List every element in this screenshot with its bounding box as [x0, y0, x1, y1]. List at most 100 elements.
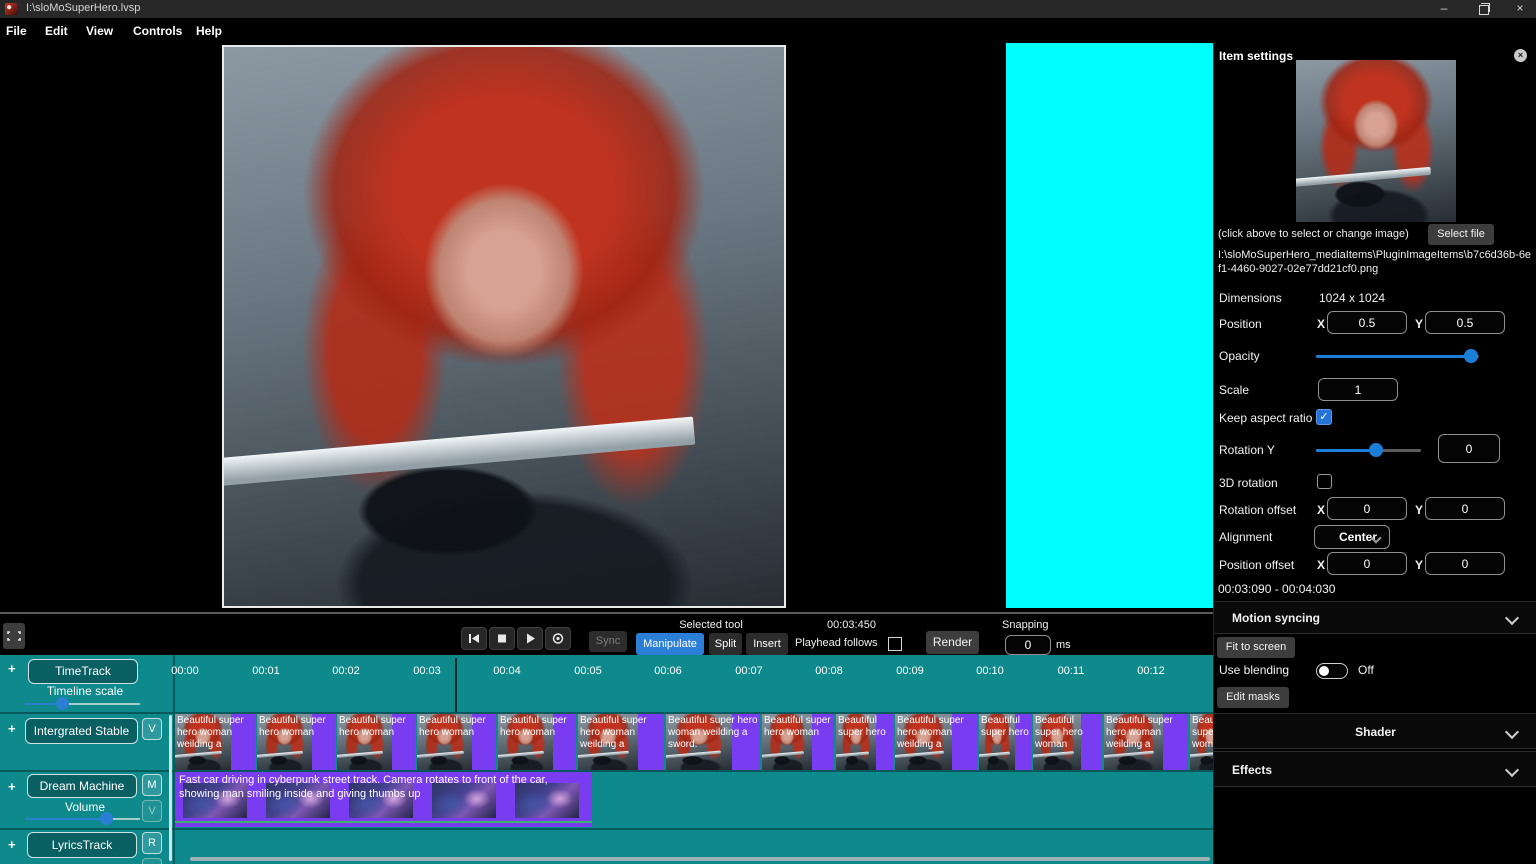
dream-track-lane: Fast car driving in cyberpunk street tra… [0, 772, 1213, 828]
item-thumbnail[interactable] [1296, 60, 1456, 222]
ruler-tick: 00:11 [1058, 665, 1085, 677]
ruler-tick: 00:08 [815, 665, 843, 677]
play-button[interactable] [517, 627, 543, 650]
skip-to-start-icon [462, 628, 486, 649]
playhead-follows-label: Playhead follows [795, 637, 878, 649]
menu-file[interactable]: File [6, 24, 27, 38]
video-clip[interactable]: Beautiful super hero woman [1190, 714, 1213, 770]
effects-label: Effects [1232, 763, 1272, 777]
menu-edit[interactable]: Edit [45, 24, 68, 38]
scale-input[interactable] [1318, 378, 1398, 401]
sync-button[interactable]: Sync [589, 631, 627, 652]
close-button[interactable]: × [1506, 0, 1534, 18]
restore-icon[interactable] [1479, 5, 1489, 15]
rotation-3d-checkbox[interactable] [1317, 474, 1332, 489]
rotation-y-input[interactable] [1438, 434, 1500, 463]
stop-button[interactable] [489, 627, 515, 650]
menu-controls[interactable]: Controls [133, 24, 182, 38]
ruler-tick: 00:04 [493, 665, 521, 677]
rotation-offset-y-input[interactable] [1425, 497, 1505, 520]
add-track-button[interactable]: + [8, 661, 16, 676]
toggle-knob [1319, 666, 1329, 676]
position-offset-x-input[interactable] [1327, 552, 1407, 575]
track-name-timetrack[interactable]: TimeTrack [28, 659, 138, 684]
video-clip[interactable]: Beautiful super hero woman weilding a [895, 714, 977, 770]
skip-to-start-button[interactable] [461, 627, 487, 650]
record-icon [546, 628, 570, 649]
add-track-button[interactable]: + [8, 837, 16, 852]
shader-label: Shader [1214, 725, 1536, 739]
preview-image[interactable] [222, 45, 786, 608]
video-clip[interactable]: Beautiful super hero woman [257, 714, 335, 770]
edit-masks-button[interactable]: Edit masks [1217, 687, 1289, 708]
position-offset-y-input[interactable] [1425, 552, 1505, 575]
select-file-button[interactable]: Select file [1428, 224, 1494, 245]
rotation-y-slider[interactable] [1316, 449, 1421, 452]
panel-close-icon[interactable]: × [1514, 49, 1527, 62]
use-blending-label: Use blending [1219, 663, 1289, 677]
video-clip[interactable]: Beautiful super hero [979, 714, 1031, 770]
opacity-slider-handle[interactable] [1464, 349, 1478, 363]
video-clip[interactable]: Beautiful super hero woman weilding a [1104, 714, 1188, 770]
minimize-button[interactable]: – [1430, 0, 1458, 18]
rotation-offset-x-input[interactable] [1327, 497, 1407, 520]
use-blending-toggle[interactable] [1316, 663, 1348, 679]
timeline-scale-handle[interactable] [56, 697, 69, 710]
volume-automation-line[interactable] [175, 821, 592, 823]
playhead-marker[interactable] [455, 658, 457, 712]
rotation-offset-y-label: Y [1415, 503, 1423, 517]
insert-tool-button[interactable]: Insert [746, 633, 788, 655]
rotation-y-slider-handle[interactable] [1369, 443, 1383, 457]
row-divider [0, 828, 1213, 830]
record-button[interactable] [545, 627, 571, 650]
play-icon [518, 628, 542, 649]
file-path: I:\sloMoSuperHero_mediaItems\PluginImage… [1218, 248, 1532, 276]
ruler-tick: 00:12 [1137, 665, 1165, 677]
thumbnail-hint: (click above to select or change image) [1218, 228, 1409, 240]
ruler-tick: 00:02 [332, 665, 360, 677]
alignment-label: Alignment [1219, 530, 1272, 544]
ruler-tick: 00:03 [413, 665, 441, 677]
keep-aspect-label: Keep aspect ratio [1219, 411, 1312, 425]
video-clip[interactable]: Beautiful super hero woman weilding a [175, 714, 255, 770]
render-button[interactable]: Render [926, 631, 979, 654]
position-y-label: Y [1415, 317, 1423, 331]
fit-to-screen-button[interactable]: Fit to screen [1217, 637, 1295, 658]
use-blending-state: Off [1358, 663, 1374, 677]
motion-syncing-section[interactable]: Motion syncing [1214, 601, 1536, 634]
position-x-input[interactable] [1327, 311, 1407, 334]
title-bar: I:\sloMoSuperHero.lvsp – × [0, 0, 1536, 18]
keep-aspect-checkbox[interactable]: ✓ [1316, 409, 1332, 425]
snapping-unit: ms [1056, 639, 1071, 651]
video-clip[interactable]: Beautiful super hero woman [337, 714, 415, 770]
position-y-input[interactable] [1425, 311, 1505, 334]
video-clip[interactable]: Beautiful super hero woman [417, 714, 496, 770]
track-record-button[interactable]: R [142, 832, 162, 854]
video-clip[interactable]: Beautiful super hero woman weilding a [578, 714, 664, 770]
shader-section[interactable]: Shader [1214, 713, 1536, 749]
video-clip[interactable]: Beautiful super hero woman weilding a sw… [666, 714, 760, 770]
effects-section[interactable]: Effects [1214, 751, 1536, 787]
menu-view[interactable]: View [86, 24, 113, 38]
rotation-offset-x-label: X [1317, 503, 1325, 517]
horizontal-scrollbar[interactable] [190, 857, 1210, 861]
rotation-3d-label: 3D rotation [1219, 476, 1278, 490]
alignment-dropdown[interactable]: Center [1314, 525, 1390, 549]
video-clip[interactable]: Beautiful super hero woman [1033, 714, 1102, 770]
track-visibility-button[interactable]: V [142, 858, 162, 864]
split-tool-button[interactable]: Split [709, 633, 742, 655]
timeline-scale-slider[interactable] [25, 703, 140, 705]
manipulate-tool-button[interactable]: Manipulate [636, 633, 704, 655]
video-clip[interactable]: Beautiful super hero woman [498, 714, 576, 770]
expand-timeline-button[interactable] [3, 623, 25, 649]
dream-machine-clip[interactable]: Fast car driving in cyberpunk street tra… [175, 772, 592, 827]
playhead-follows-checkbox[interactable] [888, 637, 902, 651]
track-name-lyricstrack[interactable]: LyricsTrack [27, 832, 137, 858]
snapping-input[interactable] [1005, 635, 1051, 655]
ruler-tick: 00:00 [171, 665, 199, 677]
video-clip[interactable]: Beautiful super hero woman [762, 714, 834, 770]
opacity-slider[interactable] [1316, 355, 1479, 358]
selection-highlight-rect[interactable] [1006, 43, 1213, 608]
menu-help[interactable]: Help [196, 24, 222, 38]
video-clip[interactable]: Beautiful super hero [836, 714, 893, 770]
